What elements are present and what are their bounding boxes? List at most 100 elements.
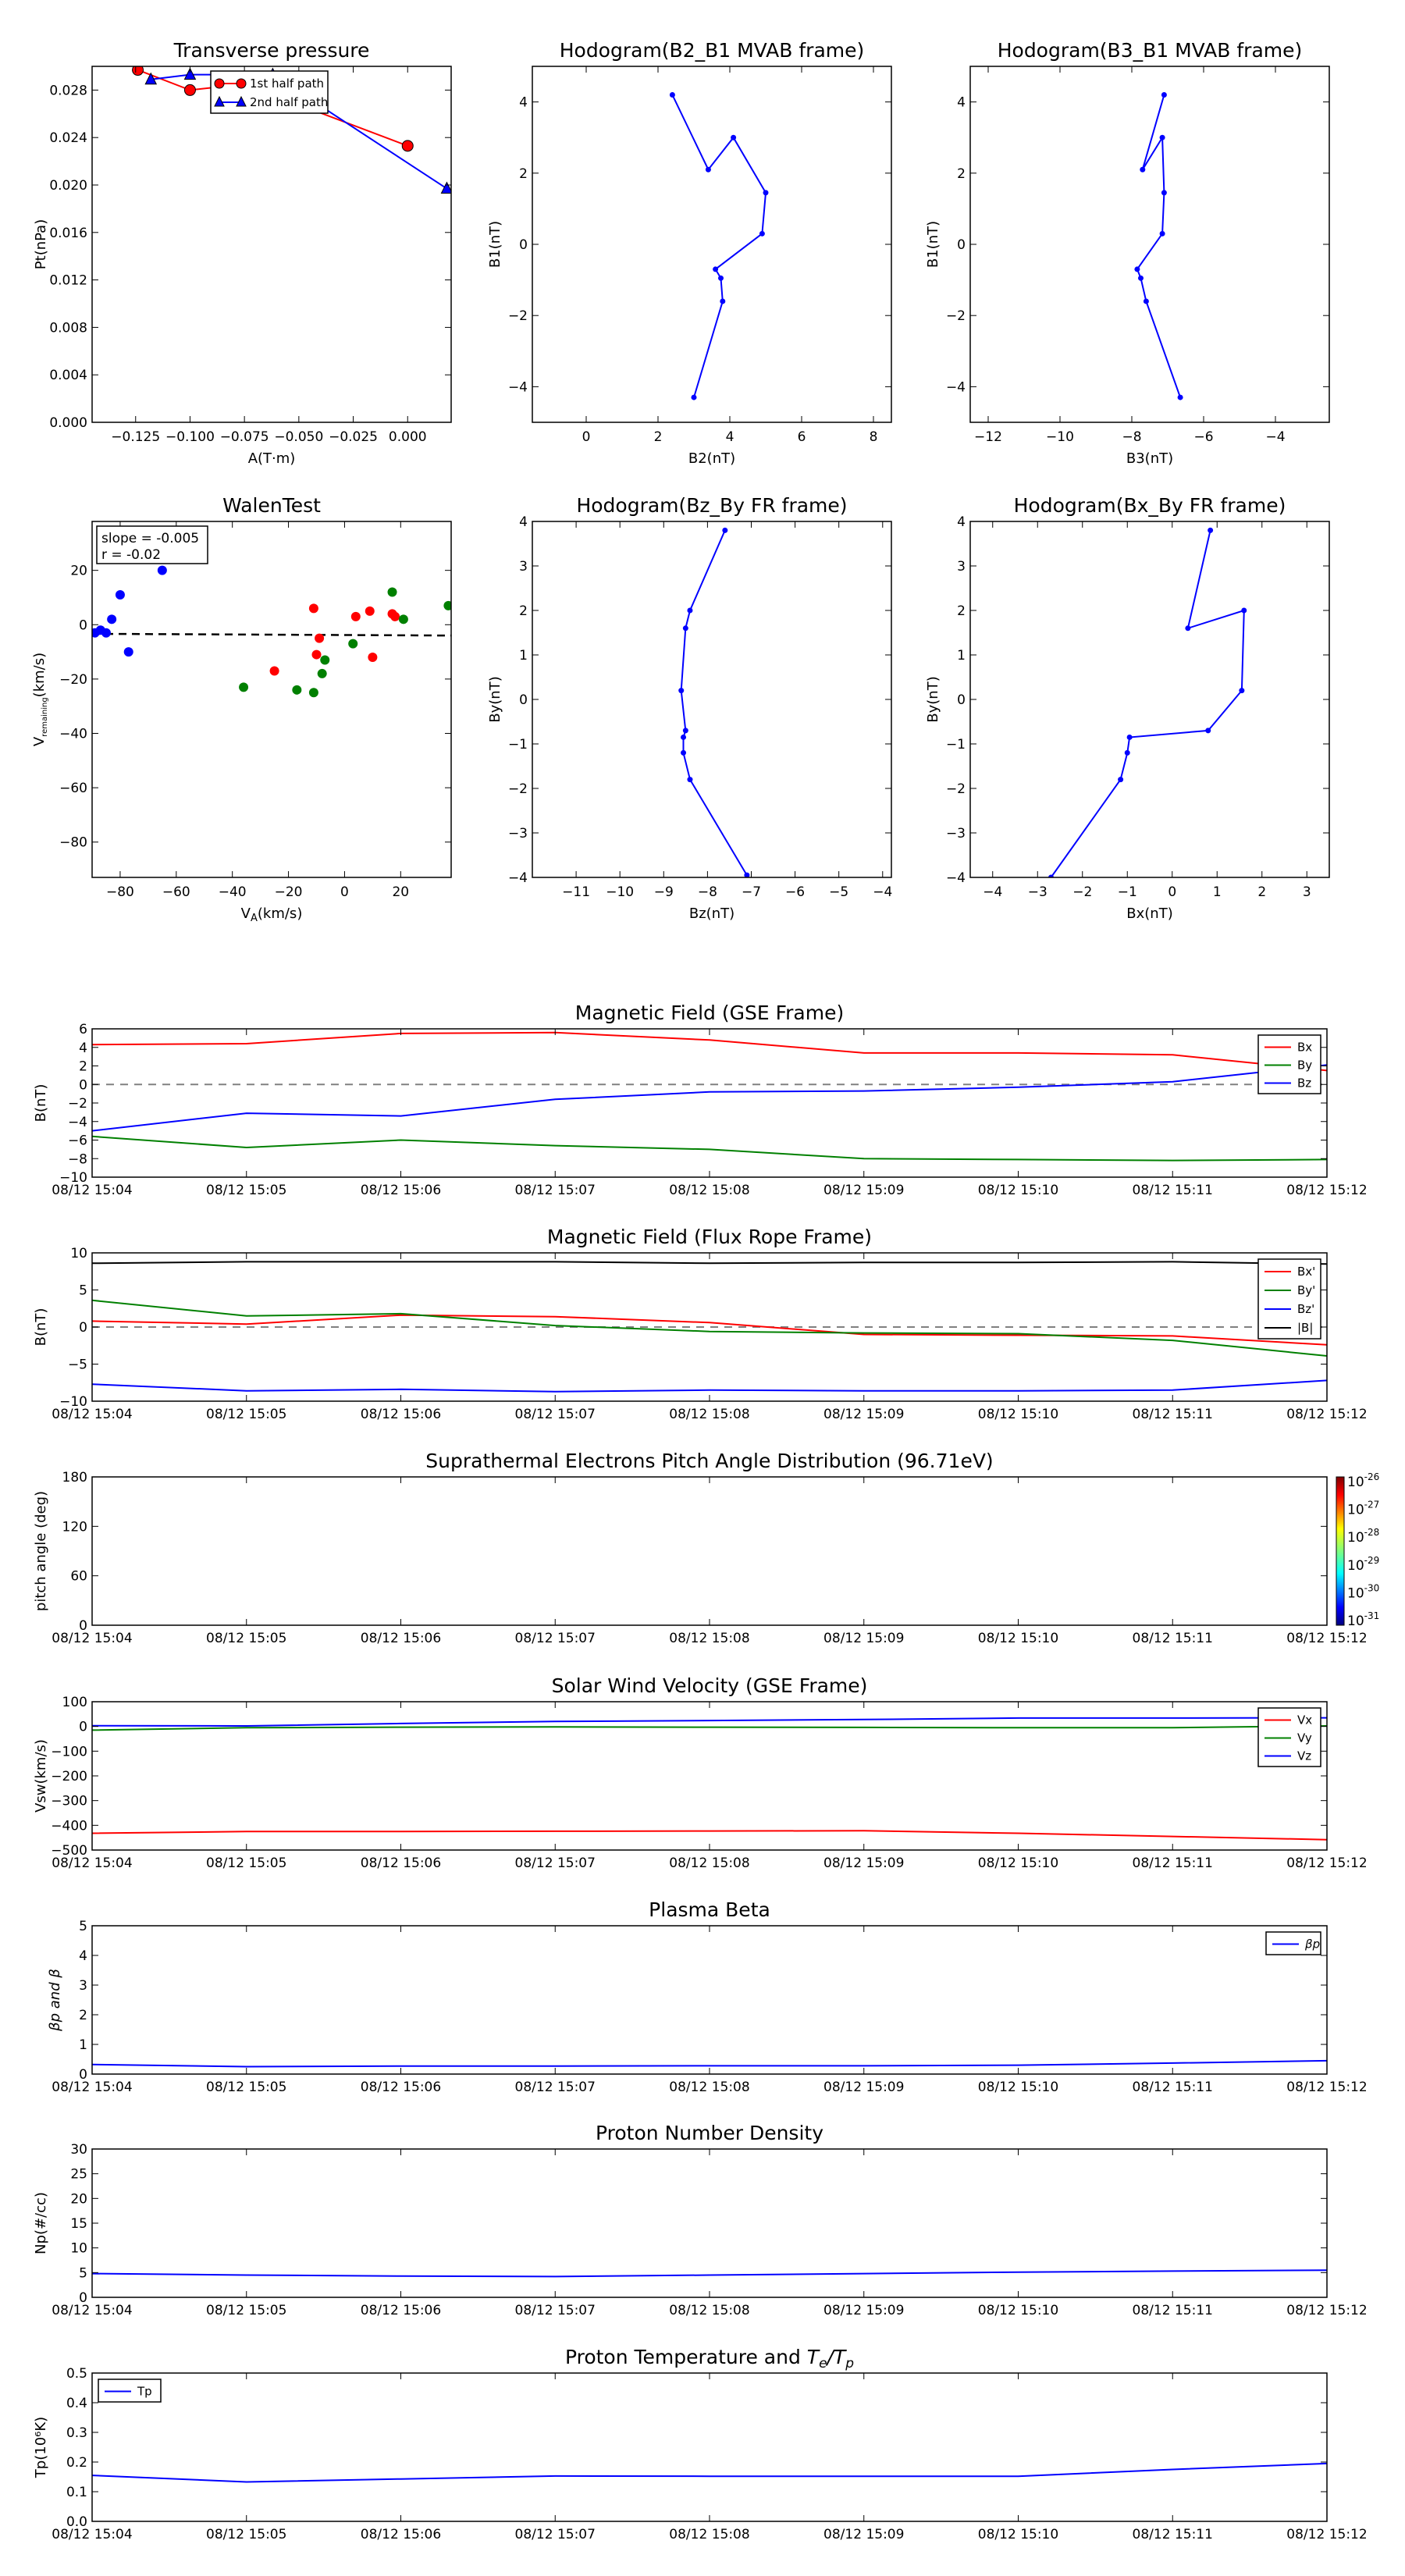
y-tick-label: −400: [51, 1818, 87, 1834]
plot-area: [669, 91, 769, 400]
scatter-point: [387, 587, 397, 597]
x-tick-label: 08/12 15:08: [669, 2080, 749, 2095]
legend-label: Bx': [1297, 1265, 1315, 1279]
plot-area: [92, 2269, 1327, 2278]
x-tick-label: 08/12 15:05: [206, 2080, 286, 2095]
x-tick-label: 08/12 15:10: [978, 2527, 1058, 2542]
x-tick-label: −6: [785, 884, 805, 900]
chart-mag_gse: Magnetic Field (GSE Frame)08/12 15:04 08/…: [33, 1002, 1368, 1198]
y-tick-label: 2: [79, 1059, 87, 1075]
x-tick-label: 08/12 15:06: [361, 2303, 441, 2318]
y-tick-label: −300: [51, 1794, 87, 1809]
x-tick-label: 08/12 15:04: [52, 1631, 132, 1646]
scatter-point: [320, 655, 330, 665]
y-tick-label: 20: [70, 564, 87, 579]
axis-ticks: 08/12 15:04 08/12 15:05 08/12 15:06 08/12 1…: [52, 1470, 1367, 1646]
y-axis-label: B(nT): [33, 1308, 49, 1347]
x-tick-label: −4: [1265, 429, 1285, 445]
x-tick-label: 08/12 15:05: [206, 1407, 286, 1422]
y-tick-label: −3: [508, 826, 528, 841]
colorbar-label: 10-27: [1347, 1500, 1379, 1518]
x-tick-label: −0.075: [220, 429, 269, 445]
y-tick-label: 0: [79, 1320, 87, 1336]
y-tick-label: −10: [59, 1170, 87, 1186]
x-tick-label: −0.050: [274, 429, 323, 445]
series-line: [92, 1064, 1327, 1132]
x-tick-label: −0.025: [329, 429, 378, 445]
y-tick-label: −2: [68, 1096, 87, 1112]
plot-frame: [91, 2372, 1328, 2522]
plot-frame: [91, 1925, 1328, 2075]
data-point: [691, 394, 697, 400]
chart-title: Hodogram(B2_B1 MVAB frame): [560, 39, 865, 62]
x-tick-label: 08/12 15:05: [206, 2303, 286, 2318]
series-1: [678, 527, 750, 877]
x-tick-label: 08/12 15:06: [361, 2527, 441, 2542]
series-line: [92, 2059, 1327, 2068]
y-tick-label: 1: [79, 2037, 87, 2053]
plot-frame: [91, 1028, 1328, 1178]
scatter-point: [107, 614, 117, 624]
y-tick-label: 2: [519, 166, 528, 182]
data-point: [1161, 91, 1167, 98]
y-tick-label: −40: [59, 727, 87, 742]
series-3: [239, 587, 451, 698]
x-tick-label: −60: [162, 884, 190, 900]
x-tick-label: −10: [606, 884, 634, 900]
chart-tp_temp: Proton Temperature and Te/Tp08/12 15:04 0…: [33, 2346, 1368, 2542]
colorbar-label: 10-28: [1347, 1527, 1379, 1546]
y-tick-label: 4: [519, 95, 528, 111]
x-tick-label: 08/12 15:11: [1133, 2080, 1213, 2095]
plot-frame: [91, 1701, 1328, 1851]
x-tick-label: 08/12 15:05: [206, 1856, 286, 1871]
y-tick-label: 15: [70, 2216, 87, 2232]
x-tick-label: −8: [698, 884, 717, 900]
y-tick-label: 0: [957, 692, 966, 708]
y-tick-label: 0: [79, 617, 87, 633]
x-tick-label: 0: [1168, 884, 1176, 900]
axis-ticks: 0 2 4 6 8 −4 −2 0 2 4: [508, 66, 891, 445]
scatter-point: [365, 606, 375, 616]
x-tick-label: −0.100: [165, 429, 215, 445]
legend-marker: [214, 78, 225, 89]
y-tick-label: −60: [59, 781, 87, 796]
series-vx: [92, 1830, 1327, 1841]
chart-hxy: Hodogram(Bx_By FR frame) −4 −3 −2 −1 0 1 2 3 −4 −3…: [925, 494, 1330, 922]
x-tick-label: 08/12 15:12: [1286, 1407, 1367, 1422]
legend: Bx By Bz: [1257, 1034, 1321, 1094]
series-by-: [92, 1299, 1327, 1357]
series-line: [680, 529, 748, 876]
y-tick-label: 25: [70, 2167, 87, 2183]
y-tick-label: 0.5: [66, 2366, 87, 2382]
colorbar-label: 10-31: [1347, 1610, 1379, 1629]
y-tick-label: −20: [59, 672, 87, 688]
data-point: [687, 607, 693, 614]
series-line: [92, 1031, 1327, 1072]
data-point: [1159, 230, 1165, 237]
y-tick-label: −80: [59, 835, 87, 851]
chart-title: Proton Temperature and Te/Tp: [565, 2346, 854, 2371]
chart-title: Plasma Beta: [649, 1898, 770, 1921]
x-tick-label: 08/12 15:07: [515, 1631, 596, 1646]
data-point: [759, 230, 765, 237]
legend-label: By': [1297, 1283, 1315, 1297]
x-tick-label: −5: [829, 884, 848, 900]
series-line: [92, 1261, 1327, 1265]
scatter-point: [308, 688, 318, 698]
x-axis-label: Bx(nT): [1126, 906, 1172, 922]
y-tick-label: 2: [79, 2008, 87, 2023]
series-by: [92, 1135, 1327, 1162]
axis-ticks: −11 −10 −9 −8 −7 −6 −5 −4−4−3−2−101234: [508, 514, 892, 900]
x-tick-label: −4: [873, 884, 892, 900]
colorbar: 10-26 10-27 10-28 10-29 10-30 10-31: [1336, 1471, 1379, 1629]
data-point: [687, 777, 693, 783]
x-tick-label: 08/12 15:12: [1286, 1183, 1367, 1198]
data-point: [1241, 607, 1247, 614]
x-tick-label: 8: [870, 429, 878, 445]
x-tick-label: −10: [1046, 429, 1074, 445]
data-point: [1185, 625, 1191, 632]
y-tick-label: 0: [519, 692, 528, 708]
legend-label: |B|: [1297, 1321, 1313, 1335]
x-tick-label: 08/12 15:09: [823, 1407, 904, 1422]
fit-line: [92, 632, 451, 637]
